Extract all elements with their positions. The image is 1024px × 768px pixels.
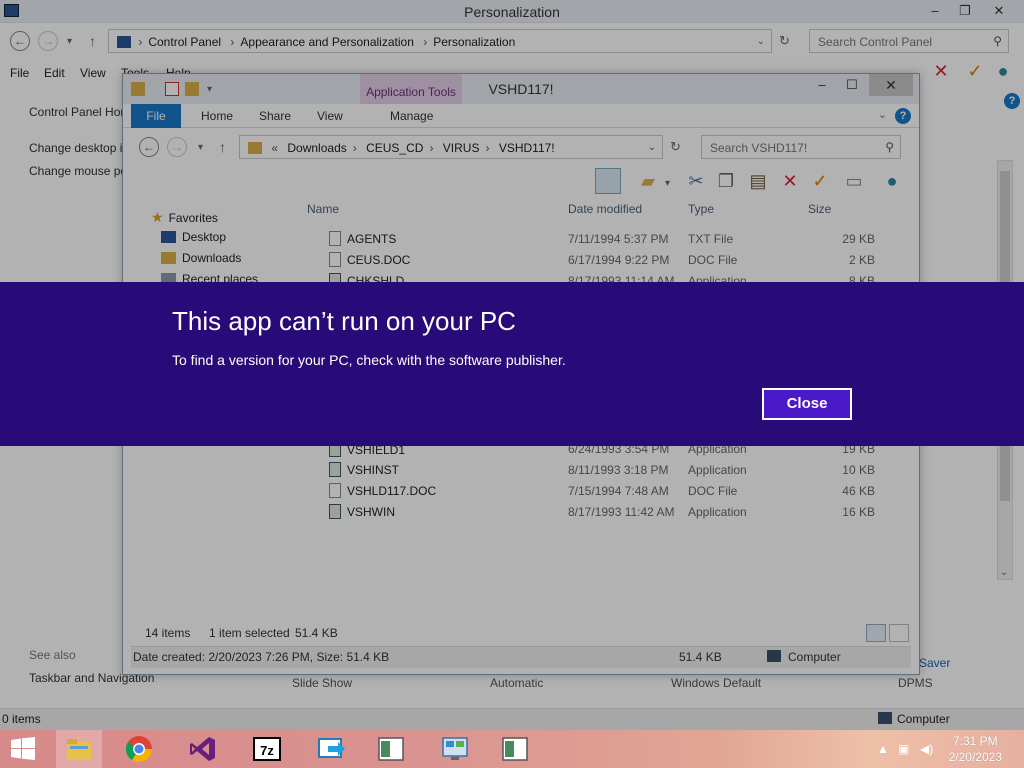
close-button[interactable]: Close: [762, 388, 852, 420]
app-window-button[interactable]: [368, 730, 414, 768]
start-icon: [11, 737, 35, 760]
remote-app-button[interactable]: [308, 730, 354, 768]
clock[interactable]: 7:31 PM 2/20/2023: [949, 733, 1002, 765]
file-explorer-icon: [67, 739, 91, 760]
file-explorer-button[interactable]: [56, 730, 102, 768]
start-button[interactable]: [0, 730, 46, 768]
control-panel-icon: [442, 737, 468, 760]
control-panel-button[interactable]: [432, 730, 478, 768]
error-message: To find a version for your PC, check wit…: [172, 352, 566, 368]
taskbar: 7z ▲ ▣ ◀) 7:31 PM 2/20/2023: [0, 730, 1024, 768]
app-window-icon: [378, 737, 404, 761]
visual-studio-icon: [190, 737, 215, 761]
7zip-icon: 7z: [253, 737, 281, 761]
chrome-icon: [125, 736, 153, 763]
network-icon[interactable]: ▣: [898, 742, 909, 756]
clock-date: 2/20/2023: [948, 750, 1002, 764]
svg-text:7z: 7z: [260, 743, 274, 758]
remote-app-icon: [318, 738, 345, 758]
7zip-button[interactable]: 7z: [244, 730, 290, 768]
app-window-button[interactable]: [492, 730, 538, 768]
chrome-button[interactable]: [116, 730, 162, 768]
error-title: This app can’t run on your PC: [172, 306, 516, 336]
error-banner: This app can’t run on your PC To find a …: [0, 282, 1024, 446]
visual-studio-button[interactable]: [180, 730, 226, 768]
show-hidden-icons[interactable]: ▲: [877, 742, 889, 756]
app-window-icon: [502, 737, 528, 761]
clock-time: 7:31 PM: [952, 734, 998, 748]
volume-icon[interactable]: ◀): [920, 742, 933, 756]
